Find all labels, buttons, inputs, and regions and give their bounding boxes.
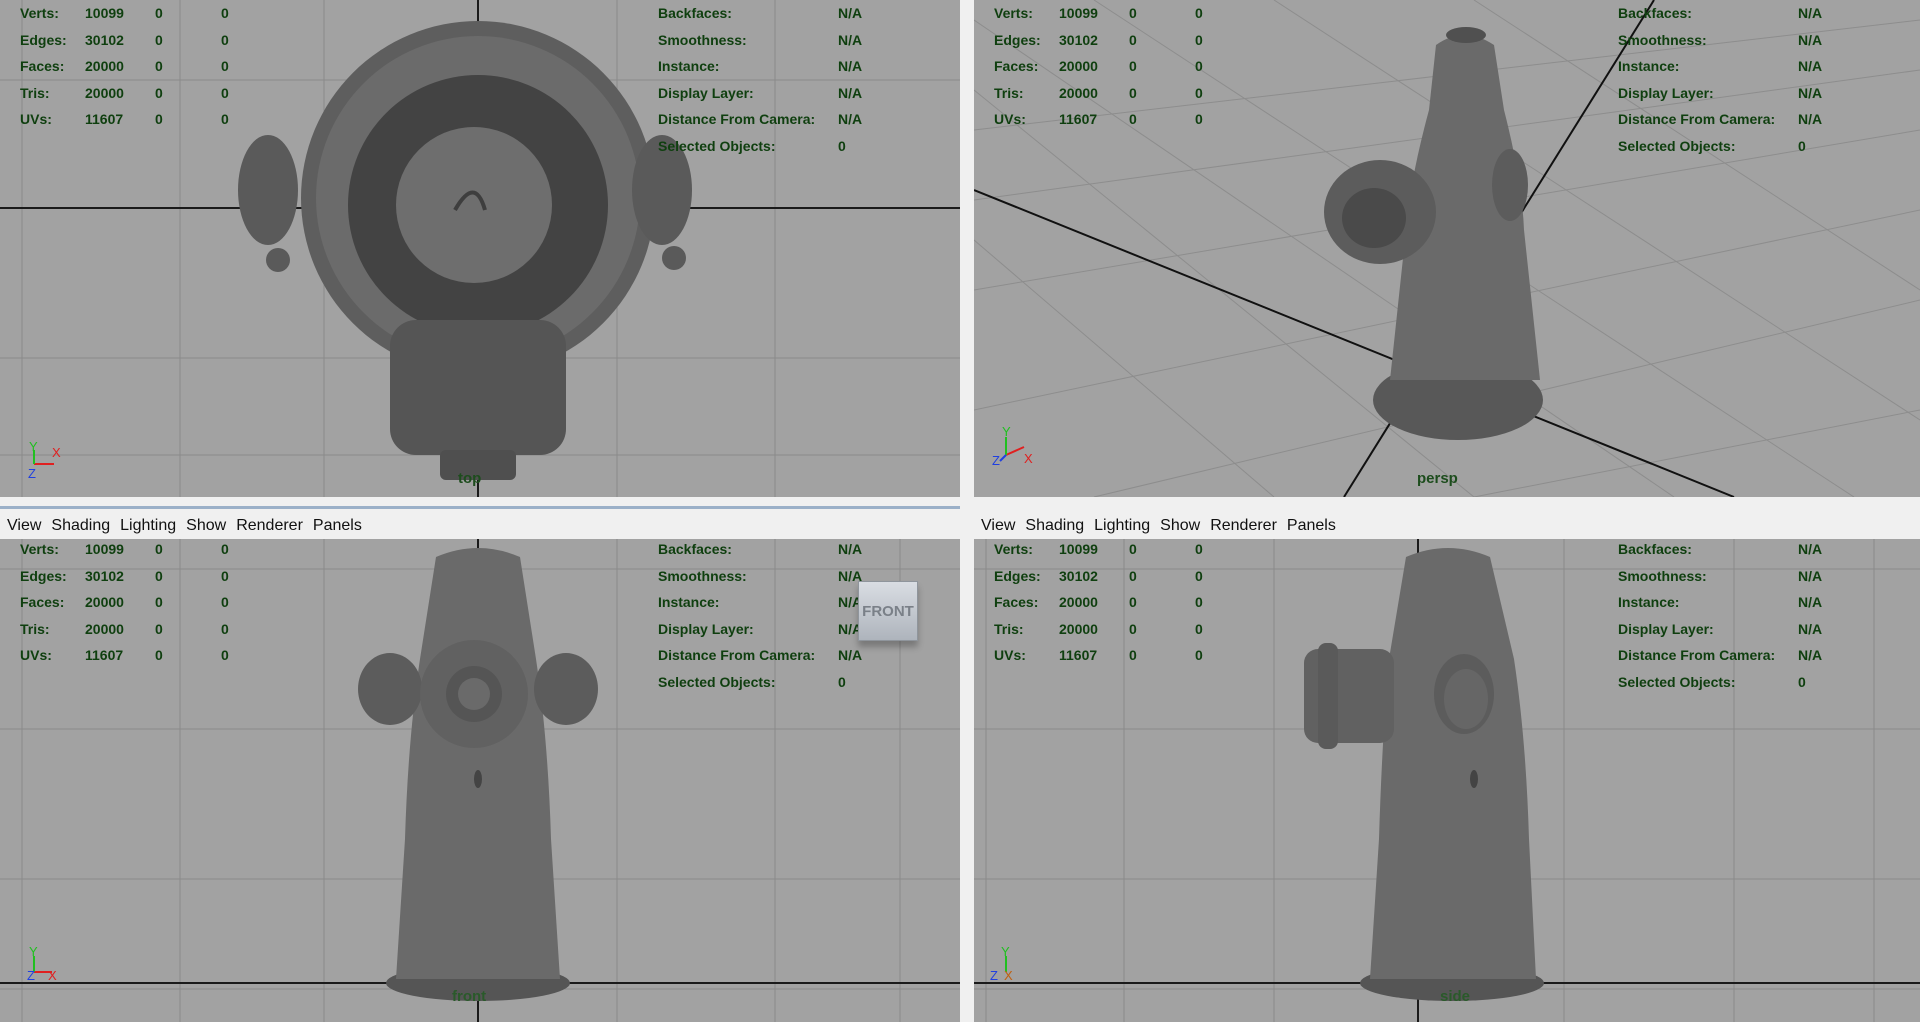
svg-text:X: X	[1024, 451, 1033, 466]
menu-panels[interactable]: Panels	[1287, 517, 1336, 535]
svg-text:Z: Z	[990, 968, 998, 983]
svg-text:Z: Z	[992, 453, 1000, 468]
hud-row-edges: Edges: 30102 0 0	[994, 567, 1203, 584]
hud-poly-count: Verts: 10099 0 0 Edges: 30102 0 0 Faces: 20000 0…	[994, 0, 1203, 133]
hud-row-selected: Selected Objects: 0	[658, 137, 846, 154]
menu-lighting[interactable]: Lighting	[1094, 517, 1150, 535]
hud-row-selected: Selected Objects: 0	[1618, 673, 1806, 690]
menu-shading[interactable]: Shading	[51, 517, 110, 535]
hud-row-tris: Tris: 20000 0 0	[20, 84, 229, 101]
hud-row-distance: Distance From Camera: N/A	[1618, 111, 1823, 127]
hud-row-uvs: UVs: 11607 0 0	[20, 647, 229, 663]
hydrant-front-model	[358, 548, 598, 1001]
axis-indicator-icon: X Y Z	[28, 442, 61, 481]
axis-indicator-icon: X Y Z	[992, 425, 1033, 468]
hud-row-instance: Instance: N/A	[658, 594, 863, 610]
hud-row-smoothness: Smoothness: N/A	[658, 31, 863, 48]
hud-row-backfaces: Backfaces: N/A	[1618, 541, 1823, 557]
hud-row-uvs: UVs: 11607 0 0	[994, 111, 1203, 127]
hydrant-top-model	[238, 21, 692, 480]
hud-poly-count: Verts: 10099 0 0 Edges: 30102 0 0 Faces: 20000 0…	[20, 539, 229, 669]
menu-renderer[interactable]: Renderer	[1210, 517, 1277, 535]
svg-text:X: X	[52, 445, 61, 460]
svg-text:Y: Y	[1002, 425, 1011, 439]
hud-row-verts: Verts: 10099 0 0	[994, 541, 1203, 557]
hud-row-smoothness: Smoothness: N/A	[1618, 567, 1823, 584]
panel-menu-bar: View Shading Lighting Show Renderer Pane…	[0, 513, 960, 539]
hud-row-faces: Faces: 20000 0 0	[994, 594, 1203, 610]
menu-panels[interactable]: Panels	[313, 517, 362, 535]
hud-row-distance: Distance From Camera: N/A	[1618, 647, 1823, 663]
hud-row-faces: Faces: 20000 0 0	[20, 594, 229, 610]
hud-row-distance: Distance From Camera: N/A	[658, 647, 863, 663]
axis-indicator-icon: Y Z X	[990, 944, 1013, 983]
hud-row-smoothness: Smoothness: N/A	[658, 567, 863, 584]
hud-row-tris: Tris: 20000 0 0	[20, 620, 229, 637]
panel-menu-bar: View Shading Lighting Show Renderer Pane…	[974, 513, 1920, 539]
hydrant-persp-model	[1324, 27, 1543, 440]
hud-row-verts: Verts: 10099 0 0	[994, 5, 1203, 21]
hud-row-uvs: UVs: 11607 0 0	[20, 111, 229, 127]
hud-row-edges: Edges: 30102 0 0	[20, 567, 229, 584]
menu-renderer[interactable]: Renderer	[236, 517, 303, 535]
hud-row-faces: Faces: 20000 0 0	[20, 58, 229, 74]
hud-object-details: Backfaces: N/A Smoothness: N/A Instance: N/…	[658, 539, 862, 695]
hud-row-verts: Verts: 10099 0 0	[20, 541, 229, 557]
hud-object-details: Backfaces: N/A Smoothness: N/A Instance: N/…	[1618, 0, 1822, 159]
hud-poly-count: Verts: 10099 0 0 Edges: 30102 0 0 Faces: 20000 0…	[20, 0, 229, 133]
menu-view[interactable]: View	[7, 517, 41, 535]
svg-text:Z: Z	[28, 466, 36, 481]
hud-row-tris: Tris: 20000 0 0	[994, 620, 1203, 637]
hud-row-tris: Tris: 20000 0 0	[994, 84, 1203, 101]
hud-object-details: Backfaces: N/A Smoothness: N/A Instance: N/…	[658, 0, 862, 159]
svg-text:Y: Y	[1001, 944, 1010, 959]
camera-label-persp: persp	[1417, 470, 1458, 487]
hud-row-uvs: UVs: 11607 0 0	[994, 647, 1203, 663]
hud-row-edges: Edges: 30102 0 0	[994, 31, 1203, 48]
hud-row-distance: Distance From Camera: N/A	[658, 111, 863, 127]
camera-label-top: top	[458, 470, 482, 487]
hud-row-selected: Selected Objects: 0	[1618, 137, 1806, 154]
hud-row-verts: Verts: 10099 0 0	[20, 5, 229, 21]
hud-row-instance: Instance: N/A	[1618, 594, 1823, 610]
menu-lighting[interactable]: Lighting	[120, 517, 176, 535]
hud-row-display-layer: Display Layer: N/A	[1618, 620, 1823, 637]
viewcube-front[interactable]: FRONT	[858, 581, 918, 641]
hud-row-faces: Faces: 20000 0 0	[994, 58, 1203, 74]
hud-row-display-layer: Display Layer: N/A	[1618, 84, 1823, 101]
svg-text:Y: Y	[29, 442, 38, 454]
hud-row-instance: Instance: N/A	[658, 58, 863, 74]
camera-label-side: side	[1440, 988, 1471, 1005]
viewport-side[interactable]: Verts: 10099 0 0 Edges: 30102 0 0 Faces: 20000 0…	[974, 539, 1920, 1022]
hud-row-backfaces: Backfaces: N/A	[658, 5, 863, 21]
hud-row-instance: Instance: N/A	[1618, 58, 1823, 74]
viewport-persp[interactable]: Verts: 10099 0 0 Edges: 30102 0 0 Faces: 20000 0…	[974, 0, 1920, 497]
axis-indicator-icon: X Y Z	[27, 944, 57, 983]
hud-poly-count: Verts: 10099 0 0 Edges: 30102 0 0 Faces: 20000 0…	[994, 539, 1203, 669]
panel-divider-horizontal[interactable]	[0, 497, 1920, 513]
hud-row-selected: Selected Objects: 0	[658, 673, 846, 690]
menu-shading[interactable]: Shading	[1025, 517, 1084, 535]
hud-row-display-layer: Display Layer: N/A	[658, 84, 863, 101]
viewport-front[interactable]: Verts: 10099 0 0 Edges: 30102 0 0 Faces: 20000 0…	[0, 539, 960, 1022]
viewport-top[interactable]: Verts: 10099 0 0 Edges: 30102 0 0 Faces: 20000 0…	[0, 0, 960, 497]
hud-object-details: Backfaces: N/A Smoothness: N/A Instance: N/…	[1618, 539, 1822, 695]
hud-row-smoothness: Smoothness: N/A	[1618, 31, 1823, 48]
hud-row-edges: Edges: 30102 0 0	[20, 31, 229, 48]
svg-text:X: X	[1004, 968, 1013, 983]
menu-view[interactable]: View	[981, 517, 1015, 535]
hud-row-backfaces: Backfaces: N/A	[1618, 5, 1823, 21]
svg-text:X: X	[48, 968, 57, 983]
active-panel-highlight	[0, 506, 960, 509]
hud-row-display-layer: Display Layer: N/A	[658, 620, 863, 637]
svg-text:Z: Z	[27, 968, 35, 983]
menu-show[interactable]: Show	[1160, 517, 1200, 535]
hydrant-side-model	[1304, 548, 1544, 1001]
menu-show[interactable]: Show	[186, 517, 226, 535]
svg-text:Y: Y	[29, 944, 38, 959]
hud-row-backfaces: Backfaces: N/A	[658, 541, 863, 557]
camera-label-front: front	[452, 988, 487, 1005]
